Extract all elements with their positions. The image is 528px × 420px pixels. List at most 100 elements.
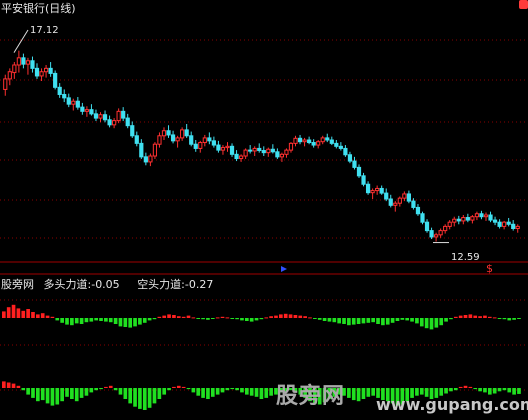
histogram-bar <box>235 388 239 391</box>
candle-body <box>429 230 434 238</box>
histogram-bar <box>483 315 487 318</box>
histogram-bar <box>220 388 225 393</box>
candle-body <box>497 221 502 227</box>
high-price-label: 17.12 <box>30 25 59 36</box>
candle-body <box>307 139 312 144</box>
histogram-bar <box>235 318 239 320</box>
histogram-bar <box>269 316 273 318</box>
histogram-bar <box>220 316 225 318</box>
histogram-bar <box>210 388 215 397</box>
candle-body <box>98 114 103 119</box>
histogram-bar <box>108 318 113 323</box>
candle-body <box>411 200 416 208</box>
histogram-bar <box>2 381 6 388</box>
candle-body <box>180 129 185 139</box>
histogram-bar <box>419 388 424 395</box>
candle-body <box>134 135 139 144</box>
histogram-bar <box>230 318 235 319</box>
scroll-marker-icon <box>281 266 287 272</box>
histogram-bar <box>444 318 448 322</box>
histogram-bar <box>206 318 210 320</box>
histogram-bar <box>366 318 371 323</box>
histogram-bar <box>327 318 332 322</box>
histogram-bar <box>201 388 205 398</box>
candle-body <box>229 145 235 155</box>
histogram-bar <box>99 388 103 390</box>
histogram-bar <box>512 318 516 320</box>
low-price-label: 12.59 <box>451 252 480 263</box>
histogram-bar <box>16 385 21 388</box>
candle-body <box>207 137 212 142</box>
candle-body <box>506 221 511 225</box>
candle-body <box>93 113 99 119</box>
candle-body <box>456 218 461 222</box>
candle-body <box>53 72 58 88</box>
histogram-bar <box>497 318 502 319</box>
candle-body <box>375 187 380 192</box>
histogram-bar <box>347 388 351 398</box>
histogram-bar <box>288 314 293 318</box>
candle-body <box>143 156 148 163</box>
histogram-bar <box>60 318 64 323</box>
histogram-bar <box>176 385 181 388</box>
histogram-bar <box>463 315 468 318</box>
histogram-bar <box>478 388 482 392</box>
histogram-bar <box>50 388 55 406</box>
histogram-bar <box>191 388 196 393</box>
histogram-bar <box>196 388 201 396</box>
histogram-bar <box>347 318 351 326</box>
histogram-bar <box>225 388 230 391</box>
candle-body <box>270 148 275 153</box>
candle-body <box>152 143 158 157</box>
histogram-bar <box>138 388 142 409</box>
histogram-bar <box>381 318 385 326</box>
histogram-bar <box>176 316 181 318</box>
histogram-bar <box>186 388 191 390</box>
histogram-bar <box>123 388 128 399</box>
candle-body <box>107 119 112 126</box>
histogram-bar <box>449 318 453 320</box>
histogram-bar <box>293 315 298 318</box>
candle-body <box>211 140 216 146</box>
candle-body <box>370 190 375 194</box>
candle-body <box>361 175 366 185</box>
histogram-bar <box>468 314 473 318</box>
long-label: 多头力道: <box>43 278 92 291</box>
histogram-bar <box>36 388 40 402</box>
histogram-bar <box>113 388 118 391</box>
candle-body <box>248 149 253 152</box>
histogram-bar <box>162 388 167 395</box>
candle-body <box>388 198 393 206</box>
histogram-bar <box>424 318 429 329</box>
histogram-bar <box>361 388 366 399</box>
histogram-bar <box>206 388 210 399</box>
candle-body <box>12 64 17 74</box>
candle-body <box>252 147 257 152</box>
histogram-bar <box>468 386 473 388</box>
chart-window: { "window":{"title":"平安银行(日线)"}, "indica… <box>0 0 528 420</box>
candle-body <box>275 151 280 158</box>
candle-body <box>166 130 171 136</box>
histogram-bar <box>128 318 133 328</box>
histogram-bar <box>152 318 157 320</box>
candle-body <box>420 213 425 223</box>
candle-body <box>261 150 266 154</box>
watermark-url: www.gupang.com <box>376 395 528 414</box>
candle-body <box>71 100 76 105</box>
histogram-bar <box>405 318 410 321</box>
histogram-bar <box>376 318 380 324</box>
candle-body <box>424 221 430 232</box>
histogram-bar <box>517 318 521 319</box>
histogram-bar <box>45 315 50 318</box>
candle-body <box>184 129 189 137</box>
histogram-bar <box>84 318 89 323</box>
histogram-bar <box>215 317 220 319</box>
histogram-bar <box>356 388 361 402</box>
candle-body <box>511 223 516 230</box>
histogram-bar <box>113 318 118 324</box>
histogram-bar <box>249 388 254 396</box>
histogram-bar <box>181 386 186 388</box>
histogram-bar <box>458 315 463 318</box>
histogram-bar <box>400 318 405 320</box>
histogram-bar <box>162 315 167 318</box>
